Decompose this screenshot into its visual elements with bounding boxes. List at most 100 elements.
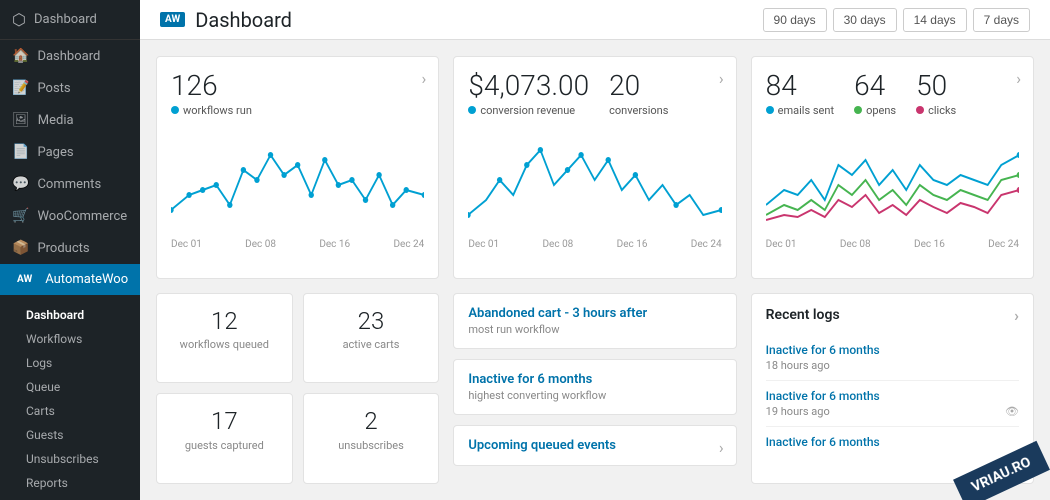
revenue-label: conversion revenue: [468, 104, 589, 117]
chart-label-3: Dec 16: [319, 239, 350, 250]
chart-label-2: Dec 08: [245, 239, 276, 250]
sidebar-sub-reports[interactable]: Reports: [0, 471, 140, 495]
workflow-card-upcoming: Upcoming queued events ›: [453, 425, 736, 466]
workflows-dot: [171, 106, 179, 114]
log-time-1: 18 hours ago: [766, 359, 1019, 372]
clicks-stat: 50: [916, 71, 956, 102]
btn-14days[interactable]: 14 days: [903, 8, 967, 32]
workflow-title-upcoming[interactable]: Upcoming queued events: [468, 438, 721, 453]
log-link-2[interactable]: Inactive for 6 months: [766, 389, 1019, 403]
r-chart-label-2: Dec 08: [542, 239, 573, 250]
log-item-1: Inactive for 6 months 18 hours ago: [766, 335, 1019, 381]
card-queued: 12 workflows queued: [156, 293, 293, 384]
workflow-sub-inactive: highest converting workflow: [468, 389, 721, 402]
sidebar-sub-logs[interactable]: Logs: [0, 351, 140, 375]
clicks-label: clicks: [916, 104, 956, 117]
log-link-3[interactable]: Inactive for 6 months: [766, 435, 1019, 449]
card-revenue: › $4,073.00 conversion revenue 20 conver…: [453, 56, 736, 279]
products-icon: 📦: [12, 240, 29, 256]
sidebar-item-label: Products: [37, 241, 89, 256]
opens-label-text: opens: [866, 104, 896, 117]
emails-label-text: emails sent: [778, 104, 834, 117]
sidebar-sub-tools[interactable]: Tools: [0, 495, 140, 500]
card-arrow-emails[interactable]: ›: [1016, 69, 1021, 88]
btn-90days[interactable]: 90 days: [763, 8, 827, 32]
sidebar-item-dashboard[interactable]: 🏠 Dashboard: [0, 40, 140, 72]
content-area: › 126 workflows run: [140, 40, 1050, 500]
card-workflows: › 126 workflows run: [156, 56, 439, 279]
r-chart-label-1: Dec 01: [468, 239, 499, 250]
emails-stat: 84: [766, 71, 834, 102]
e-chart-label-3: Dec 16: [914, 239, 945, 250]
workflow-cards-group: Abandoned cart - 3 hours after most run …: [453, 293, 736, 484]
guests-label: guests captured: [171, 439, 278, 452]
date-filter-group: 90 days 30 days 14 days 7 days: [763, 8, 1030, 32]
card-arrow-workflows[interactable]: ›: [422, 69, 427, 88]
log-time-2: 19 hours ago 👁: [766, 405, 1019, 418]
sidebar-item-pages[interactable]: 📄 Pages: [0, 136, 140, 168]
conversions-label-text: conversions: [609, 104, 668, 117]
workflows-chart: [171, 125, 424, 235]
workflow-title-inactive[interactable]: Inactive for 6 months: [468, 372, 721, 387]
r-chart-label-3: Dec 16: [617, 239, 648, 250]
workflow-sub-abandoned: most run workflow: [468, 323, 721, 336]
sidebar-item-posts[interactable]: 📝 Posts: [0, 72, 140, 104]
revenue-svg: [468, 125, 721, 235]
emails-multi-stat: 84 emails sent 64 opens 50: [766, 71, 1019, 117]
log-time-1-text: 18 hours ago: [766, 359, 830, 372]
sidebar-sub-guests[interactable]: Guests: [0, 423, 140, 447]
log-link-1[interactable]: Inactive for 6 months: [766, 343, 1019, 357]
log-item-2: Inactive for 6 months 19 hours ago 👁: [766, 381, 1019, 427]
card-arrow-revenue[interactable]: ›: [719, 69, 724, 88]
workflows-stat: 126: [171, 71, 424, 102]
conversions-label: conversions: [609, 104, 668, 117]
e-chart-label-1: Dec 01: [766, 239, 797, 250]
workflows-label: workflows run: [171, 104, 424, 117]
topbar-aw-badge: AW: [160, 12, 185, 27]
card-unsubscribes: 2 unsubscribes: [303, 393, 440, 484]
main-area: AW Dashboard 90 days 30 days 14 days 7 d…: [140, 0, 1050, 500]
unsubscribes-label: unsubscribes: [318, 439, 425, 452]
sidebar-item-media[interactable]: 🖼 Media: [0, 104, 140, 136]
sidebar-sub-dashboard[interactable]: Dashboard: [0, 303, 140, 327]
unsubscribes-stat: 2: [318, 408, 425, 434]
sidebar-sub-unsubscribes[interactable]: Unsubscribes: [0, 447, 140, 471]
emails-chart: [766, 125, 1019, 235]
logs-arrow[interactable]: ›: [1014, 306, 1019, 325]
sidebar-item-label: AutomateWoo: [45, 272, 128, 287]
sidebar-sub-workflows[interactable]: Workflows: [0, 327, 140, 351]
aw-logo: AW: [12, 272, 37, 287]
logs-title: Recent logs ›: [766, 306, 1019, 325]
comments-icon: 💬: [12, 176, 29, 192]
sidebar-sub-carts[interactable]: Carts: [0, 399, 140, 423]
chart-label-1: Dec 01: [171, 239, 202, 250]
sidebar-item-products[interactable]: 📦 Products: [0, 232, 140, 264]
sidebar-item-label: Comments: [37, 177, 101, 192]
opens-stat: 64: [854, 71, 896, 102]
btn-7days[interactable]: 7 days: [973, 8, 1030, 32]
carts-label-text: active carts: [343, 338, 400, 351]
sidebar-item-automatewoo[interactable]: AW AutomateWoo: [0, 264, 140, 295]
sidebar-item-label: Posts: [37, 81, 70, 96]
revenue-stat: $4,073.00: [468, 71, 589, 102]
revenue-label-text: conversion revenue: [480, 104, 575, 117]
sidebar-sub-queue[interactable]: Queue: [0, 375, 140, 399]
revenue-multi-stat: $4,073.00 conversion revenue 20 conversi…: [468, 71, 721, 117]
revenue-chart: [468, 125, 721, 235]
workflow-card-abandoned: Abandoned cart - 3 hours after most run …: [453, 293, 736, 349]
topbar: AW Dashboard 90 days 30 days 14 days 7 d…: [140, 0, 1050, 40]
media-icon: 🖼: [12, 112, 30, 128]
sidebar-item-comments[interactable]: 💬 Comments: [0, 168, 140, 200]
card-guests: 17 guests captured: [156, 393, 293, 484]
guests-stat: 17: [171, 408, 278, 434]
sidebar-item-label: WooCommerce: [37, 209, 127, 224]
e-chart-label-4: Dec 24: [988, 239, 1019, 250]
emails-stat-group: 84 emails sent: [766, 71, 834, 117]
workflow-title-abandoned[interactable]: Abandoned cart - 3 hours after: [468, 306, 721, 321]
dashboard-icon: 🏠: [12, 48, 29, 64]
card-arrow-upcoming[interactable]: ›: [719, 438, 724, 457]
btn-30days[interactable]: 30 days: [833, 8, 897, 32]
conversions-stat: 20: [609, 71, 668, 102]
queued-stat: 12: [171, 308, 278, 334]
sidebar-item-woocommerce[interactable]: 🛒 WooCommerce: [0, 200, 140, 232]
